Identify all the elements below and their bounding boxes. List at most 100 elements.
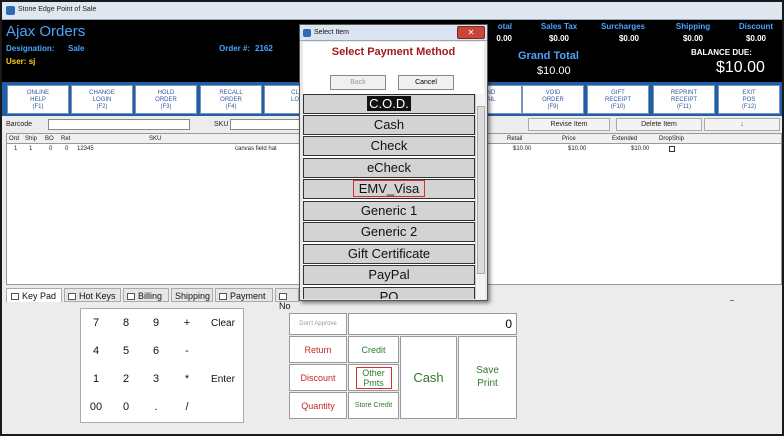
col-price: Price	[562, 136, 576, 142]
cell-ret: 0	[65, 146, 69, 152]
grand-total-label: Grand Total	[518, 50, 579, 62]
void-order-button[interactable]: VOID ORDER (F9)	[522, 85, 584, 114]
other-payments-button[interactable]: Other Pmts	[348, 364, 399, 391]
store-credit-button[interactable]: Store Credit	[348, 392, 399, 419]
key-4[interactable]: 4	[89, 345, 103, 357]
balance-due-label: BALANCE DUE:	[691, 48, 752, 57]
tab-key-pad[interactable]: Key Pad	[6, 288, 62, 302]
window-titlebar: Stone Edge Point of Sale	[2, 2, 782, 20]
scroll-down-button[interactable]: ↓	[704, 118, 780, 131]
enter-button[interactable]: Enter	[207, 374, 239, 385]
list-item-emv-visa[interactable]: EMV_Visa	[303, 179, 475, 199]
hand-icon	[68, 293, 76, 300]
tab-notes[interactable]: No	[275, 288, 299, 311]
discount-value: $0.00	[745, 34, 767, 43]
key-2[interactable]: 2	[119, 373, 133, 385]
cancel-button[interactable]: Cancel	[398, 75, 454, 90]
key-00[interactable]: 00	[85, 401, 107, 413]
key-divide[interactable]: /	[180, 401, 194, 413]
revise-item-button[interactable]: Revise Item	[528, 118, 610, 131]
billing-icon	[127, 293, 135, 300]
quantity-button[interactable]: Quantity	[289, 392, 347, 419]
list-item-gift-certificate[interactable]: Gift Certificate	[303, 244, 475, 264]
list-item-echeck[interactable]: eCheck	[303, 158, 475, 178]
col-ord: Ord	[9, 136, 20, 142]
return-button[interactable]: Return	[289, 336, 347, 363]
tab-payment[interactable]: Payment	[215, 288, 273, 302]
online-help-button[interactable]: ONLINE HELP (F1)	[7, 85, 69, 114]
dont-approve-button[interactable]: Don't Approve	[289, 313, 347, 335]
key-9[interactable]: 9	[149, 317, 163, 329]
gift-receipt-button[interactable]: GIFT RECEIPT (F10)	[587, 85, 649, 114]
cell-bo: 0	[49, 146, 53, 152]
dialog-app-icon	[303, 29, 311, 37]
divider	[730, 300, 734, 301]
app-name: Ajax Orders	[6, 23, 86, 40]
key-6[interactable]: 6	[149, 345, 163, 357]
col-retail: Retail	[507, 136, 523, 142]
credit-button[interactable]: Credit	[348, 336, 399, 363]
col-sku: SKU	[149, 136, 162, 142]
key-8[interactable]: 8	[119, 317, 133, 329]
key-5[interactable]: 5	[119, 345, 133, 357]
list-item-generic-2[interactable]: Generic 2	[303, 222, 475, 242]
order-label: Order #:	[219, 44, 251, 53]
sku-label: SKU	[214, 121, 229, 128]
key-3[interactable]: 3	[149, 373, 163, 385]
key-minus[interactable]: -	[180, 345, 194, 357]
list-item-generic-1[interactable]: Generic 1	[303, 201, 475, 221]
payment-method-list: C.O.D. Cash Check eCheck EMV_Visa Generi…	[303, 94, 475, 299]
designation-label: Designation:	[6, 44, 55, 53]
back-button[interactable]: Back	[330, 75, 386, 90]
tab-billing[interactable]: Billing	[123, 288, 169, 302]
key-0[interactable]: 0	[119, 401, 133, 413]
reprint-receipt-button[interactable]: REPRINT RECEIPT (F11)	[653, 85, 715, 114]
save-print-button[interactable]: Save Print	[458, 336, 517, 419]
close-icon[interactable]: ✕	[457, 26, 485, 39]
dialog-header: Select Payment Method Back Cancel	[303, 42, 484, 95]
pos-tabs: Key Pad Hot Keys Billing Shipping Paymen…	[6, 288, 299, 311]
user-label: User:	[6, 57, 27, 66]
list-item-check[interactable]: Check	[303, 136, 475, 156]
key-7[interactable]: 7	[89, 317, 103, 329]
sku-input[interactable]	[230, 119, 300, 130]
shipping-value: $0.00	[682, 34, 704, 43]
list-item-cod[interactable]: C.O.D.	[303, 94, 475, 114]
list-item-cash[interactable]: Cash	[303, 115, 475, 135]
sales-tax-value: $0.00	[548, 34, 570, 43]
dialog-heading: Select Payment Method	[331, 46, 456, 58]
barcode-label: Barcode	[6, 121, 33, 128]
delete-item-button[interactable]: Delete Item	[616, 118, 702, 131]
window-title: Stone Edge Point of Sale	[18, 6, 97, 13]
key-plus[interactable]: +	[180, 317, 194, 329]
key-decimal[interactable]: .	[149, 401, 163, 413]
exit-pos-button[interactable]: EXIT POS (F12)	[718, 85, 780, 114]
keypad-icon	[11, 293, 19, 300]
hold-order-button[interactable]: HOLD ORDER (F3)	[135, 85, 197, 114]
col-dropship: DropShip	[659, 136, 685, 142]
amount-field[interactable]: 0	[348, 313, 517, 335]
barcode-input[interactable]	[48, 119, 190, 130]
tab-hot-keys[interactable]: Hot Keys	[64, 288, 121, 302]
tab-shipping[interactable]: Shipping	[171, 288, 213, 302]
cell-description: canvas field hat	[235, 146, 277, 152]
change-login-button[interactable]: CHANGE LOGIN (F2)	[71, 85, 133, 114]
recall-order-button[interactable]: RECALL ORDER (F4)	[200, 85, 262, 114]
list-item-paypal[interactable]: PayPal	[303, 265, 475, 285]
discount-button[interactable]: Discount	[289, 364, 347, 391]
cell-extended: $10.00	[631, 146, 650, 152]
scrollbar-thumb[interactable]	[477, 106, 485, 274]
key-multiply[interactable]: *	[180, 373, 194, 385]
payment-icon	[219, 293, 227, 300]
dropship-checkbox[interactable]	[669, 146, 675, 152]
key-1[interactable]: 1	[89, 373, 103, 385]
cash-button[interactable]: Cash	[400, 336, 457, 419]
dialog-title: Select Item	[314, 29, 350, 36]
list-scrollbar[interactable]	[475, 94, 485, 299]
clear-button[interactable]: Clear	[207, 318, 239, 329]
balance-due-value: $10.00	[716, 59, 765, 76]
notes-icon	[279, 293, 287, 300]
app-icon	[6, 6, 15, 15]
list-item-po[interactable]: PO	[303, 287, 475, 299]
numeric-keypad: 7 8 9 + Clear 4 5 6 - 1 2 3 * Enter 00 0…	[80, 308, 244, 423]
